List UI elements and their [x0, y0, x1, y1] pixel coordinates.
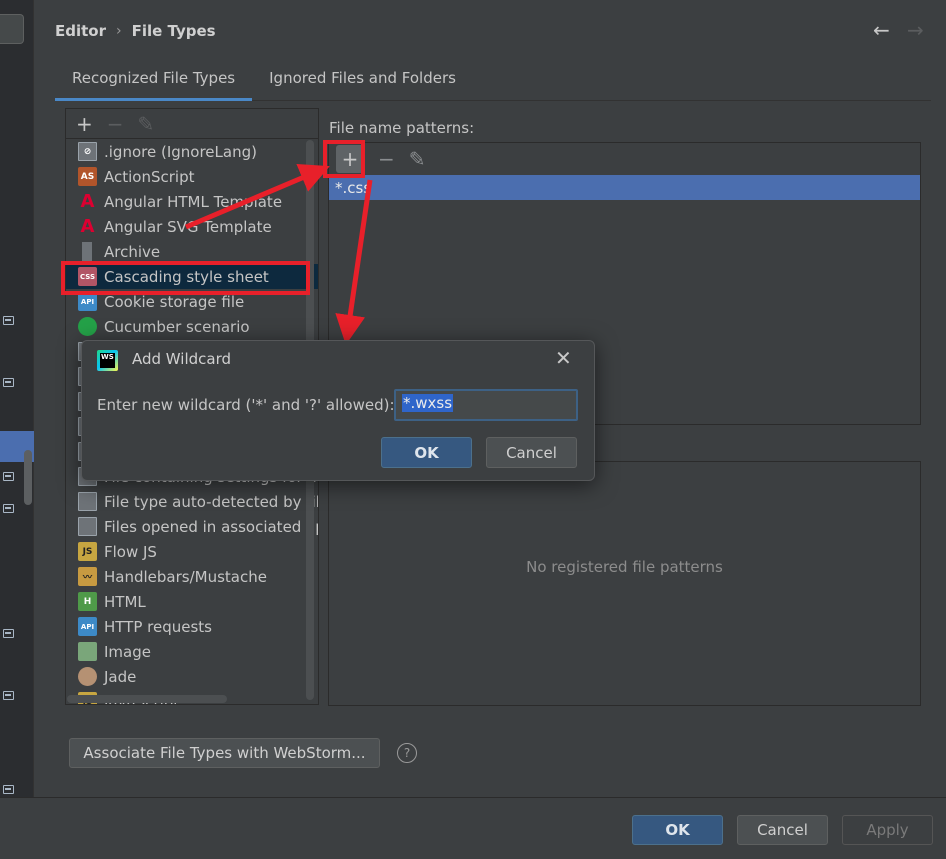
add-wildcard-dialog: WS Add Wildcard ✕ Enter new wildcard ('*… [81, 340, 595, 481]
project-settings-icon [3, 472, 14, 481]
wildcard-input[interactable]: *.wxss [394, 389, 578, 421]
edit-pattern-icon[interactable]: ✎ [409, 147, 426, 171]
list-item-label: Cucumber scenario [104, 317, 250, 336]
list-item[interactable]: Cucumber scenario [66, 314, 318, 339]
list-item[interactable]: ⊘ .ignore (IgnoreLang) [66, 139, 318, 164]
apply-button[interactable]: Apply [842, 815, 933, 845]
project-settings-icon [3, 691, 14, 700]
settings-tree-strip[interactable] [0, 0, 34, 797]
edit-file-type-icon: ✎ [137, 111, 155, 136]
image-icon [78, 642, 97, 661]
tab-ignored-files[interactable]: Ignored Files and Folders [252, 63, 473, 101]
file-types-horizontal-scrollbar[interactable] [67, 695, 227, 703]
remove-file-type-icon: − [106, 111, 124, 136]
list-item[interactable]: 〰 Handlebars/Mustache [66, 564, 318, 589]
list-item[interactable]: A Angular HTML Template [66, 189, 318, 214]
patterns-label: File name patterns: [329, 119, 475, 137]
list-item[interactable]: A Angular SVG Template [66, 214, 318, 239]
list-item[interactable]: Jade [66, 664, 318, 689]
api-icon: API [78, 617, 97, 636]
list-item-label: File type auto-detected by file [104, 492, 319, 511]
dialog-ok-button[interactable]: OK [381, 437, 472, 468]
angular-icon: A [80, 216, 95, 237]
list-item[interactable]: H HTML [66, 589, 318, 614]
webstorm-logo-text: WS [100, 353, 115, 368]
html-icon: H [78, 592, 97, 611]
file-types-toolbar: + − ✎ [66, 109, 318, 139]
list-item-label: Handlebars/Mustache [104, 567, 267, 586]
list-item-label: Image [104, 642, 151, 661]
close-icon[interactable]: ✕ [555, 346, 572, 370]
breadcrumb-editor[interactable]: Editor [55, 22, 106, 40]
highlight-box-css-item [61, 261, 310, 295]
flow-js-icon: JS [78, 542, 97, 561]
file-icon [78, 517, 97, 536]
registered-patterns-panel: No registered file patterns [328, 461, 921, 706]
list-item[interactable]: Files opened in associated app [66, 514, 318, 539]
ok-button[interactable]: OK [632, 815, 723, 845]
forward-arrow-icon: → [907, 18, 924, 42]
list-item-label: Angular SVG Template [104, 217, 272, 236]
project-settings-icon [3, 629, 14, 638]
settings-search-field[interactable] [0, 14, 24, 44]
list-item-label: ActionScript [104, 167, 195, 186]
breadcrumb-file-types: File Types [131, 22, 216, 40]
list-item-label: HTML [104, 592, 146, 611]
associate-file-types-button[interactable]: Associate File Types with WebStorm... [69, 738, 380, 768]
list-item[interactable]: API HTTP requests [66, 614, 318, 639]
breadcrumb: Editor › File Types [55, 20, 216, 42]
settings-tree-scrollbar[interactable] [24, 450, 32, 505]
highlight-box-add-button [323, 140, 365, 178]
wildcard-input-value: *.wxss [402, 394, 454, 412]
angular-icon: A [80, 191, 95, 212]
add-file-type-icon[interactable]: + [76, 112, 93, 136]
dialog-footer: OK Cancel Apply [0, 797, 946, 859]
breadcrumb-separator: › [116, 23, 122, 39]
dialog-title: Add Wildcard [132, 350, 232, 368]
remove-pattern-icon[interactable]: − [378, 147, 395, 171]
handlebars-icon: 〰 [78, 567, 97, 586]
registered-empty-text: No registered file patterns [526, 558, 723, 576]
project-settings-icon [3, 504, 14, 513]
file-icon [78, 492, 97, 511]
list-item[interactable]: AS ActionScript [66, 164, 318, 189]
dialog-cancel-button[interactable]: Cancel [486, 437, 577, 468]
list-item-label: Angular HTML Template [104, 192, 283, 211]
pattern-row[interactable]: *.css [329, 175, 920, 200]
list-item-label: Files opened in associated app [104, 517, 319, 536]
list-item-label: .ignore (IgnoreLang) [104, 142, 257, 161]
cancel-button[interactable]: Cancel [737, 815, 828, 845]
project-settings-icon [3, 316, 14, 325]
project-settings-icon [3, 785, 14, 794]
list-item-label: Jade [104, 667, 137, 686]
tab-recognized-file-types[interactable]: Recognized File Types [55, 63, 253, 101]
list-item-label: Flow JS [104, 542, 157, 561]
list-item-label: Archive [104, 242, 161, 261]
back-arrow-icon[interactable]: ← [873, 18, 890, 42]
archive-icon [82, 242, 92, 261]
ignore-file-icon: ⊘ [78, 142, 97, 161]
patterns-toolbar: + − ✎ [329, 143, 920, 175]
help-icon[interactable]: ? [397, 743, 417, 763]
project-settings-icon [3, 378, 14, 387]
actionscript-icon: AS [78, 167, 97, 186]
jade-icon [78, 667, 97, 686]
list-item[interactable]: Image [66, 639, 318, 664]
webstorm-logo-icon: WS [97, 350, 118, 371]
list-item[interactable]: JS Flow JS [66, 539, 318, 564]
cucumber-icon [78, 317, 97, 336]
list-item[interactable]: File type auto-detected by file [66, 489, 318, 514]
list-item-label: Cookie storage file [104, 292, 245, 311]
wildcard-label: Enter new wildcard ('*' and '?' allowed)… [97, 396, 395, 414]
list-item-label: HTTP requests [104, 617, 212, 636]
tab-bar: Recognized File Types Ignored Files and … [55, 63, 931, 101]
